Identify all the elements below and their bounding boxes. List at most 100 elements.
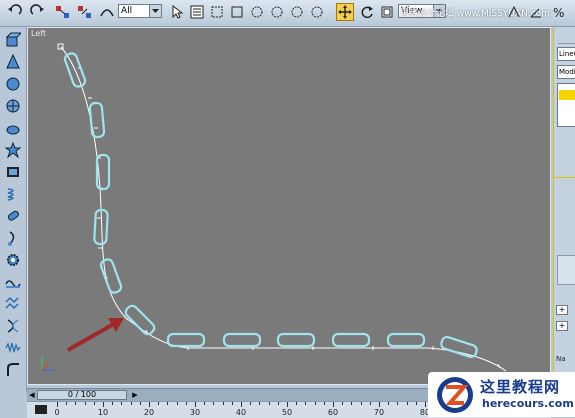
undo-icon[interactable]	[6, 3, 24, 21]
gear-icon[interactable]	[3, 251, 23, 269]
ruler-tick	[351, 402, 353, 405]
ruler-tick	[360, 402, 362, 405]
teapot-object-icon[interactable]	[3, 119, 23, 137]
select-and-rotate-icon[interactable]	[358, 3, 376, 21]
chain-links	[63, 52, 478, 359]
svg-text:%: %	[553, 6, 564, 19]
ruler-tick	[268, 402, 270, 405]
noise-modifier-icon[interactable]	[3, 339, 23, 357]
window-crossing-icon[interactable]	[228, 3, 246, 21]
command-panel: LineC Modi + + Na	[553, 27, 575, 392]
ruler-tick	[314, 402, 316, 405]
track-bar-icon[interactable]	[35, 405, 47, 414]
bind-to-space-warp-icon[interactable]	[98, 3, 116, 21]
ruler-label: 50	[281, 408, 293, 417]
stack-item-selected[interactable]	[559, 90, 575, 100]
ruler-tick	[397, 402, 399, 405]
ruler-tick	[93, 402, 95, 405]
chain-link	[88, 101, 106, 139]
ruler-tick	[333, 402, 334, 407]
modifier-list-value: Modi	[559, 68, 575, 76]
ruler-tick	[277, 402, 279, 405]
sphere-object-icon[interactable]	[3, 75, 23, 93]
star-shape-icon[interactable]	[3, 141, 23, 159]
ruler-tick	[57, 402, 58, 407]
axis-tripod-icon	[41, 356, 54, 371]
annotation-arrow	[67, 318, 124, 352]
ruler-tick	[139, 402, 141, 405]
fence-selection-icon[interactable]	[268, 3, 286, 21]
ruler-tick	[112, 402, 114, 405]
ruler-tick	[369, 402, 371, 405]
ruler-tick	[388, 402, 390, 405]
ruler-tick	[342, 402, 344, 405]
time-slider-next-icon[interactable]: ▶	[130, 389, 140, 401]
spring-object-icon[interactable]	[3, 185, 23, 203]
angle-snap-icon[interactable]	[527, 3, 545, 21]
select-and-scale-icon[interactable]	[378, 3, 396, 21]
ruler-tick	[103, 402, 104, 407]
ruler-tick	[176, 402, 178, 405]
cone-object-icon[interactable]	[3, 53, 23, 71]
bend-modifier-icon[interactable]	[3, 361, 23, 379]
main-toolbar: All View 思缘设计论坛 www.MISSYUAN.com %	[0, 0, 575, 27]
chain-link	[331, 332, 371, 348]
stack-buttons[interactable]	[557, 255, 575, 285]
redo-icon[interactable]	[28, 3, 46, 21]
ruler-tick	[84, 402, 86, 405]
ruler-tick	[415, 402, 417, 405]
select-object-icon[interactable]	[168, 3, 186, 21]
ruler-tick	[241, 402, 242, 407]
ruler-tick	[204, 402, 206, 405]
ruler-tick	[296, 402, 298, 405]
lathe-modifier-icon[interactable]	[3, 229, 23, 247]
wave-modifier-icon[interactable]	[3, 273, 23, 291]
snap-3-icon[interactable]	[505, 3, 523, 21]
chain-link	[386, 332, 426, 348]
ruler-tick	[158, 402, 160, 405]
expand-plus-icon[interactable]: +	[556, 305, 568, 315]
logo-z-icon	[437, 377, 473, 413]
rectangular-selection-icon[interactable]	[208, 3, 226, 21]
time-slider-thumb[interactable]: 0 / 100	[37, 390, 127, 400]
time-slider-frame: 0 / 100	[67, 390, 97, 399]
name-color-label: Na	[556, 355, 566, 363]
chain-link	[99, 258, 123, 294]
select-by-name-icon[interactable]	[188, 3, 206, 21]
selection-filter-value: All	[121, 6, 133, 16]
panel-tabs[interactable]	[558, 35, 575, 44]
lasso-selection-icon[interactable]	[288, 3, 306, 21]
panel-divider	[554, 177, 575, 178]
left-viewport[interactable]: Left	[27, 27, 551, 385]
ruler-tick	[167, 402, 169, 405]
ripple-modifier-icon[interactable]	[3, 295, 23, 313]
capsule-object-icon[interactable]	[3, 207, 23, 225]
ruler-tick	[231, 402, 233, 405]
ruler-tick	[379, 402, 380, 407]
selection-filter-dropdown[interactable]: All	[118, 4, 162, 18]
plane-object-icon[interactable]	[3, 163, 23, 181]
ruler-label: 0	[54, 408, 60, 417]
expand-plus-icon[interactable]: +	[556, 321, 568, 331]
ruler-tick	[66, 402, 68, 405]
box-object-icon[interactable]	[3, 31, 23, 49]
ruler-label: 60	[327, 408, 339, 417]
object-name-value: LineC	[559, 50, 575, 58]
percent-snap-icon[interactable]: %	[549, 3, 567, 21]
logo-title: 这里教程网	[480, 378, 561, 396]
select-and-move-icon[interactable]	[336, 3, 354, 21]
modifier-stack[interactable]	[557, 83, 575, 127]
circle-selection-icon[interactable]	[248, 3, 266, 21]
select-and-link-icon[interactable]	[54, 3, 72, 21]
unlink-selection-icon[interactable]	[76, 3, 94, 21]
paint-selection-icon[interactable]	[308, 3, 326, 21]
object-name-field[interactable]: LineC	[557, 47, 575, 61]
ruler-tick	[149, 402, 150, 407]
geosphere-object-icon[interactable]	[3, 97, 23, 115]
twist-modifier-icon[interactable]	[3, 317, 23, 335]
ruler-tick	[406, 402, 408, 405]
time-slider-prev-icon[interactable]: ◀	[27, 389, 37, 401]
ruler-tick	[75, 402, 77, 405]
modifier-list-dropdown[interactable]: Modi	[557, 65, 575, 79]
site-logo: 这里教程网 herecours.com	[428, 372, 575, 417]
